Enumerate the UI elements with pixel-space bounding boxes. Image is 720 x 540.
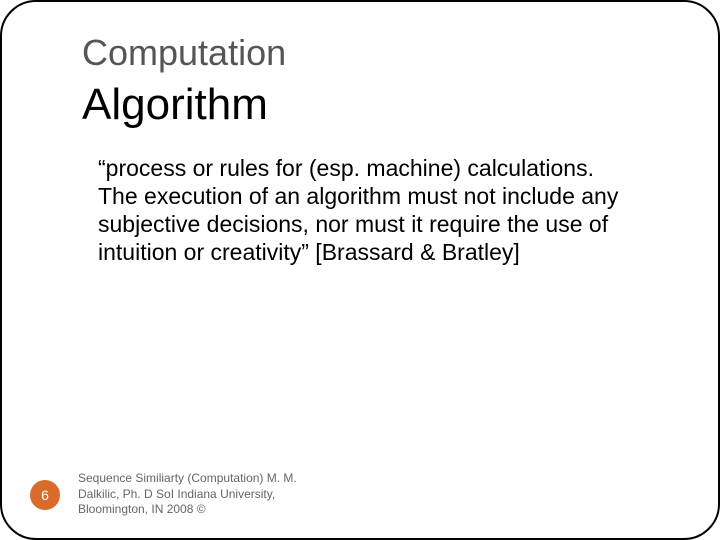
slide-subtitle: Algorithm [82,80,668,130]
slide-title: Computation [82,32,668,74]
slide-footer: 6 Sequence Similiarty (Computation) M. M… [30,471,338,518]
slide-frame: Computation Algorithm “process or rules … [0,0,720,540]
page-number-badge: 6 [30,480,60,510]
footer-attribution: Sequence Similiarty (Computation) M. M. … [78,471,338,518]
definition-text: “process or rules for (esp. machine) cal… [98,154,638,266]
